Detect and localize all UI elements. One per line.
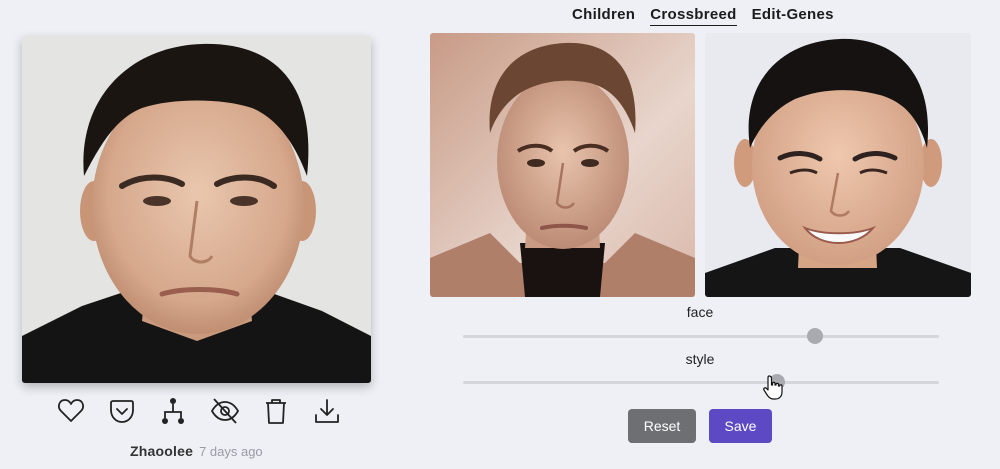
download-button[interactable] — [310, 394, 344, 428]
creator-info: Zhaoolee 7 days ago — [130, 443, 263, 459]
heart-icon — [58, 399, 84, 422]
parent-a-portrait — [430, 33, 695, 297]
face-slider-label: face — [686, 304, 714, 320]
eye-off-icon — [210, 398, 239, 424]
tab-crossbreed[interactable]: Crossbreed — [650, 6, 737, 26]
child-portrait-illustration — [22, 36, 371, 383]
reset-button[interactable]: Reset — [628, 409, 696, 443]
like-button[interactable] — [54, 394, 88, 428]
download-icon — [315, 399, 339, 423]
save-button[interactable]: Save — [709, 409, 772, 443]
parent-b-portrait — [705, 33, 971, 297]
mode-tabs: Children Crossbreed Edit-Genes — [572, 6, 834, 26]
action-bar — [54, 393, 344, 429]
save-to-pocket-button[interactable] — [105, 394, 139, 428]
face-slider-thumb[interactable] — [807, 328, 824, 344]
trash-icon — [265, 399, 286, 424]
tab-children[interactable]: Children — [572, 6, 635, 26]
created-time: 7 days ago — [199, 444, 263, 459]
hide-button[interactable] — [208, 394, 242, 428]
family-tree-button[interactable] — [156, 394, 190, 428]
parent-b-image[interactable] — [705, 33, 971, 297]
face-slider[interactable] — [463, 328, 939, 344]
family-tree-icon — [162, 398, 185, 424]
hand-pointer-icon — [763, 375, 783, 400]
style-slider[interactable] — [463, 374, 939, 390]
delete-button[interactable] — [259, 394, 293, 428]
creator-name[interactable]: Zhaoolee — [130, 443, 193, 459]
pocket-icon — [110, 400, 135, 423]
child-portrait-image[interactable] — [22, 36, 371, 383]
style-slider-label: style — [685, 351, 715, 367]
parent-a-image[interactable] — [430, 33, 695, 297]
tab-edit-genes[interactable]: Edit-Genes — [752, 6, 834, 26]
